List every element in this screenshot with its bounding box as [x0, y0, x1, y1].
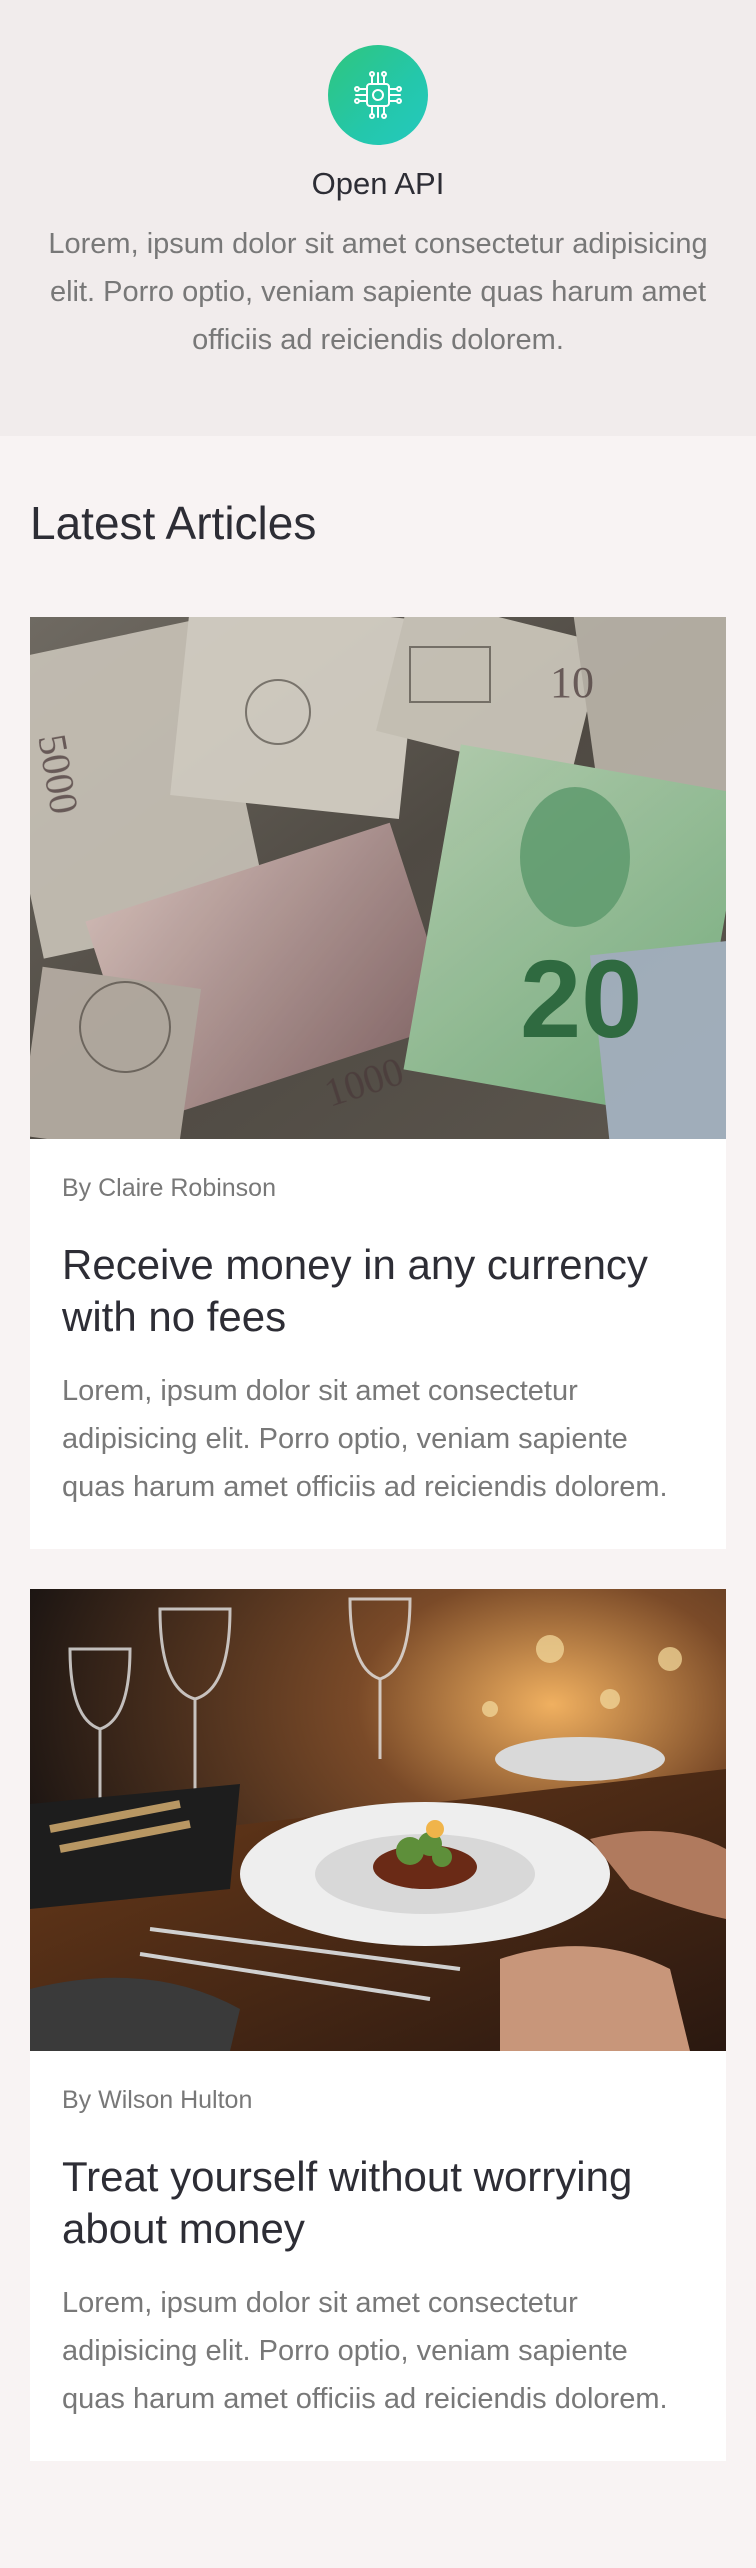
circuit-chip-icon — [328, 45, 428, 145]
section-title: Latest Articles — [30, 497, 317, 549]
article-title[interactable]: Treat yourself without worrying about mo… — [62, 2151, 694, 2255]
article-card-body: By Claire Robinson Receive money in any … — [30, 1139, 726, 1549]
main-content: Latest Articles 20 1000 5000 10 By Clair… — [0, 436, 756, 2461]
article-description: Lorem, ipsum dolor sit amet consectetur … — [62, 1374, 668, 1503]
svg-text:10: 10 — [550, 658, 594, 707]
hero-section: Open API Lorem, ipsum dolor sit amet con… — [0, 0, 756, 436]
article-card[interactable]: By Wilson Hulton Treat yourself without … — [30, 1588, 726, 2461]
article-card-body: By Wilson Hulton Treat yourself without … — [30, 2051, 726, 2461]
article-author: By Wilson Hulton — [62, 2085, 253, 2114]
article-author: By Claire Robinson — [62, 1173, 276, 1202]
hero-title: Open API — [311, 166, 445, 201]
hero-description: Lorem, ipsum dolor sit amet consectetur … — [48, 228, 708, 357]
currency-banknotes-photo: 20 1000 5000 10 — [30, 616, 726, 1139]
article-card[interactable]: 20 1000 5000 10 By Claire Robinson Recei… — [30, 616, 726, 1549]
restaurant-dinner-table-photo — [30, 1588, 726, 2051]
article-title[interactable]: Receive money in any currency with no fe… — [62, 1239, 694, 1343]
article-description: Lorem, ipsum dolor sit amet consectetur … — [62, 2286, 668, 2415]
svg-text:20: 20 — [520, 938, 642, 1061]
